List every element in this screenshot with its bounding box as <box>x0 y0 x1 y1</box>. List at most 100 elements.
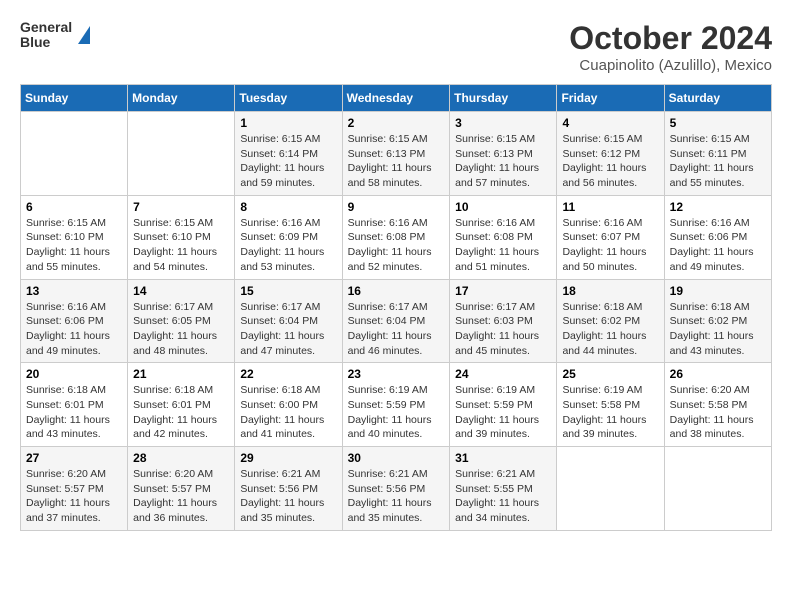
daylight-text: Daylight: 11 hours and 38 minutes. <box>670 414 754 441</box>
daylight-text: Daylight: 11 hours and 41 minutes. <box>240 414 324 441</box>
daylight-text: Daylight: 11 hours and 39 minutes. <box>455 414 539 441</box>
logo-line2: Blue <box>20 35 72 50</box>
sunset-text: Sunset: 6:10 PM <box>26 231 104 243</box>
daylight-text: Daylight: 11 hours and 54 minutes. <box>133 246 217 273</box>
day-info: Sunrise: 6:20 AMSunset: 5:58 PMDaylight:… <box>670 383 766 442</box>
sunrise-text: Sunrise: 6:19 AM <box>348 384 428 396</box>
sunrise-text: Sunrise: 6:20 AM <box>26 468 106 480</box>
day-info: Sunrise: 6:17 AMSunset: 6:03 PMDaylight:… <box>455 300 551 359</box>
day-info: Sunrise: 6:15 AMSunset: 6:10 PMDaylight:… <box>26 216 122 275</box>
column-header-saturday: Saturday <box>664 85 771 112</box>
day-info: Sunrise: 6:19 AMSunset: 5:58 PMDaylight:… <box>562 383 658 442</box>
sunrise-text: Sunrise: 6:15 AM <box>455 133 535 145</box>
calendar-cell: 18Sunrise: 6:18 AMSunset: 6:02 PMDayligh… <box>557 279 664 363</box>
daylight-text: Daylight: 11 hours and 40 minutes. <box>348 414 432 441</box>
sunset-text: Sunset: 6:00 PM <box>240 399 318 411</box>
calendar-cell: 2 Sunrise: 6:15 AMSunset: 6:13 PMDaylight… <box>342 112 450 196</box>
sunset-text: Sunset: 6:08 PM <box>348 231 426 243</box>
day-number: 11 <box>562 200 658 214</box>
day-info: Sunrise: 6:16 AMSunset: 6:09 PMDaylight:… <box>240 216 336 275</box>
logo: General Blue <box>20 20 90 51</box>
day-number: 12 <box>670 200 766 214</box>
calendar-cell: 15Sunrise: 6:17 AMSunset: 6:04 PMDayligh… <box>235 279 342 363</box>
calendar-cell: 23Sunrise: 6:19 AMSunset: 5:59 PMDayligh… <box>342 363 450 447</box>
sunset-text: Sunset: 5:59 PM <box>455 399 533 411</box>
sunrise-text: Sunrise: 6:20 AM <box>133 468 213 480</box>
day-info: Sunrise: 6:15 AMSunset: 6:14 PMDaylight:… <box>240 132 336 191</box>
sunrise-text: Sunrise: 6:20 AM <box>670 384 750 396</box>
calendar-cell: 16Sunrise: 6:17 AMSunset: 6:04 PMDayligh… <box>342 279 450 363</box>
daylight-text: Daylight: 11 hours and 57 minutes. <box>455 162 539 189</box>
sunset-text: Sunset: 5:57 PM <box>26 483 104 495</box>
sunset-text: Sunset: 6:08 PM <box>455 231 533 243</box>
calendar-cell: 22Sunrise: 6:18 AMSunset: 6:00 PMDayligh… <box>235 363 342 447</box>
calendar-cell: 12 Sunrise: 6:16 AMSunset: 6:06 PMDayligh… <box>664 195 771 279</box>
daylight-text: Daylight: 11 hours and 44 minutes. <box>562 330 646 357</box>
sunrise-text: Sunrise: 6:21 AM <box>455 468 535 480</box>
day-info: Sunrise: 6:16 AMSunset: 6:06 PMDaylight:… <box>670 216 766 275</box>
day-info: Sunrise: 6:15 AMSunset: 6:13 PMDaylight:… <box>348 132 445 191</box>
sunset-text: Sunset: 6:12 PM <box>562 148 640 160</box>
daylight-text: Daylight: 11 hours and 53 minutes. <box>240 246 324 273</box>
day-number: 31 <box>455 451 551 465</box>
calendar-week-row: 1 Sunrise: 6:15 AMSunset: 6:14 PMDaylight… <box>21 112 772 196</box>
daylight-text: Daylight: 11 hours and 35 minutes. <box>348 497 432 524</box>
day-number: 10 <box>455 200 551 214</box>
day-info: Sunrise: 6:21 AMSunset: 5:56 PMDaylight:… <box>240 467 336 526</box>
sunrise-text: Sunrise: 6:16 AM <box>670 217 750 229</box>
sunset-text: Sunset: 6:04 PM <box>348 315 426 327</box>
day-info: Sunrise: 6:19 AM Sunset: 5:59 PM Daylight:… <box>348 383 445 442</box>
calendar-cell: 5Sunrise: 6:15 AMSunset: 6:11 PMDaylight… <box>664 112 771 196</box>
sunset-text: Sunset: 6:03 PM <box>455 315 533 327</box>
column-header-tuesday: Tuesday <box>235 85 342 112</box>
calendar-cell: 3 Sunrise: 6:15 AMSunset: 6:13 PMDaylight… <box>450 112 557 196</box>
sunrise-text: Sunrise: 6:18 AM <box>26 384 106 396</box>
daylight-text: Daylight: 11 hours and 49 minutes. <box>26 330 110 357</box>
sunrise-text: Sunrise: 6:19 AM <box>455 384 535 396</box>
daylight-text: Daylight: 11 hours and 50 minutes. <box>562 246 646 273</box>
sunrise-text: Sunrise: 6:17 AM <box>455 301 535 313</box>
day-number: 26 <box>670 367 766 381</box>
column-header-wednesday: Wednesday <box>342 85 450 112</box>
calendar-cell: 30Sunrise: 6:21 AMSunset: 5:56 PMDayligh… <box>342 447 450 531</box>
page-subtitle: Cuapinolito (Azulillo), Mexico <box>569 57 772 74</box>
calendar-cell: 24 Sunrise: 6:19 AM Sunset: 5:59 PM Dayligh… <box>450 363 557 447</box>
day-number: 24 <box>455 367 551 381</box>
daylight-text: Daylight: 11 hours and 58 minutes. <box>348 162 432 189</box>
sunrise-text: Sunrise: 6:15 AM <box>240 133 320 145</box>
daylight-text: Daylight: 11 hours and 42 minutes. <box>133 414 217 441</box>
title-section: October 2024 Cuapinolito (Azulillo), Mex… <box>569 20 772 74</box>
calendar-cell: 11 Sunrise: 6:16 AMSunset: 6:07 PMDayligh… <box>557 195 664 279</box>
calendar-cell <box>128 112 235 196</box>
calendar-cell: 29Sunrise: 6:21 AMSunset: 5:56 PMDayligh… <box>235 447 342 531</box>
day-info: Sunrise: 6:20 AMSunset: 5:57 PMDaylight:… <box>133 467 229 526</box>
sunrise-text: Sunrise: 6:17 AM <box>133 301 213 313</box>
day-info: Sunrise: 6:21 AMSunset: 5:56 PMDaylight:… <box>348 467 445 526</box>
logo-line1: General <box>20 20 72 35</box>
calendar-table: SundayMondayTuesdayWednesdayThursdayFrid… <box>20 84 772 531</box>
calendar-cell: 10Sunrise: 6:16 AMSunset: 6:08 PMDayligh… <box>450 195 557 279</box>
day-number: 3 <box>455 116 551 130</box>
sunset-text: Sunset: 6:02 PM <box>562 315 640 327</box>
sunset-text: Sunset: 6:07 PM <box>562 231 640 243</box>
sunset-text: Sunset: 6:11 PM <box>670 148 747 160</box>
day-number: 28 <box>133 451 229 465</box>
daylight-text: Daylight: 11 hours and 34 minutes. <box>455 497 539 524</box>
day-number: 2 <box>348 116 445 130</box>
column-header-monday: Monday <box>128 85 235 112</box>
calendar-cell: 4Sunrise: 6:15 AMSunset: 6:12 PMDaylight… <box>557 112 664 196</box>
day-number: 1 <box>240 116 336 130</box>
calendar-cell: 19Sunrise: 6:18 AMSunset: 6:02 PMDayligh… <box>664 279 771 363</box>
calendar-week-row: 20Sunrise: 6:18 AMSunset: 6:01 PMDayligh… <box>21 363 772 447</box>
logo-text: General Blue <box>20 20 72 51</box>
day-number: 20 <box>26 367 122 381</box>
page-title: October 2024 <box>569 20 772 57</box>
column-header-friday: Friday <box>557 85 664 112</box>
day-number: 14 <box>133 284 229 298</box>
daylight-text: Daylight: 11 hours and 51 minutes. <box>455 246 539 273</box>
day-info: Sunrise: 6:16 AMSunset: 6:07 PMDaylight:… <box>562 216 658 275</box>
sunset-text: Sunset: 5:59 PM <box>348 399 426 411</box>
day-number: 22 <box>240 367 336 381</box>
day-info: Sunrise: 6:15 AMSunset: 6:13 PMDaylight:… <box>455 132 551 191</box>
sunrise-text: Sunrise: 6:15 AM <box>133 217 213 229</box>
